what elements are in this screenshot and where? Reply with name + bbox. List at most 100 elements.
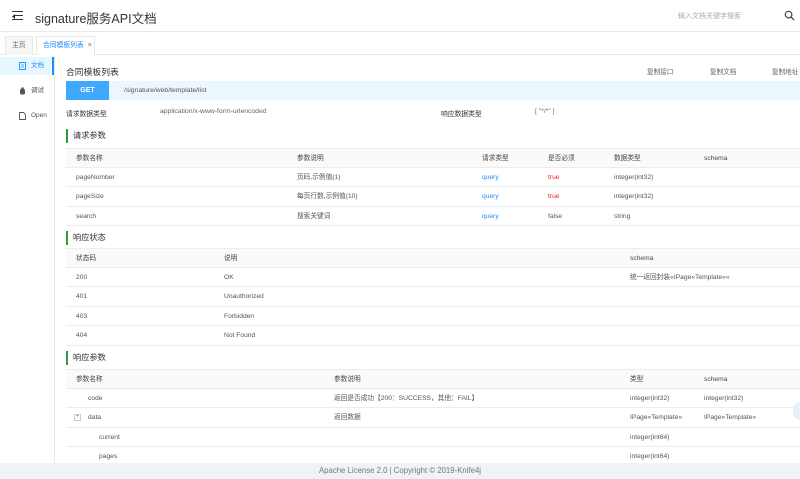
param-desc: 返回是否成功【200：SUCCESS，其他：FAIL】 <box>334 394 479 402</box>
param-type: integer(int64) <box>630 433 670 441</box>
param-schema: IPage«Template» <box>704 414 757 421</box>
param-type: IPage«Template» <box>630 414 683 421</box>
table-row: 200 OK 统一返回封装«IPage«Template»» <box>66 268 800 287</box>
column-header: schema <box>630 255 654 262</box>
column-header: 是否必须 <box>548 155 575 162</box>
param-type: string <box>614 212 631 220</box>
request-params-title: 请求参数 <box>66 129 106 143</box>
response-params-title: 响应参数 <box>66 351 106 365</box>
document-icon <box>19 62 26 70</box>
debug-icon <box>20 87 25 95</box>
sidebar-item-label: 调试 <box>31 87 44 94</box>
param-schema: integer(int32) <box>704 394 744 402</box>
search-box <box>672 9 798 23</box>
param-required: false <box>548 212 563 220</box>
status-code: 200 <box>76 273 88 281</box>
table-row: code 返回是否成功【200：SUCCESS，其他：FAIL】 integer… <box>66 389 800 408</box>
table-row: pageSize 每页行数,示例值(10) query true integer… <box>66 187 800 207</box>
column-header: schema <box>704 155 728 162</box>
tab-template-list-label: 合同模板列表 <box>43 42 84 49</box>
param-desc: 页码,示例值(1) <box>297 173 341 181</box>
param-required: true <box>548 193 560 200</box>
column-header: 类型 <box>630 376 644 383</box>
table-header-row: 参数名称 参数说明 请求类型 是否必须 数据类型 schema <box>66 148 800 168</box>
request-type-label: 请求数据类型 <box>66 111 107 118</box>
column-header: 参数名称 <box>76 155 103 162</box>
param-required: true <box>548 173 560 181</box>
table-header-row: 参数名称 参数说明 类型 schema <box>66 369 800 389</box>
column-header: 说明 <box>224 255 238 262</box>
response-status-title: 响应状态 <box>66 231 106 245</box>
sidebar-item-open[interactable]: Open <box>0 107 54 125</box>
status-desc: Not Found <box>224 332 256 339</box>
table-row: 403 Forbidden <box>66 307 800 326</box>
status-desc: Forbidden <box>224 312 255 320</box>
status-code: 401 <box>76 293 88 300</box>
top-header: signature服务API文档 <box>0 0 800 32</box>
response-type-label: 响应数据类型 <box>441 111 482 118</box>
tab-home-label: 主页 <box>12 42 26 49</box>
menu-toggle-icon[interactable] <box>12 11 23 21</box>
sidebar-item-debug[interactable]: 调试 <box>0 82 54 100</box>
status-schema: 统一返回封装«IPage«Template»» <box>630 273 730 281</box>
param-type: integer(int32) <box>614 193 654 200</box>
table-row: pages integer(int64) <box>66 447 800 463</box>
status-code: 404 <box>76 332 88 339</box>
sidebar: 文档 调试 Open <box>0 55 55 463</box>
api-doc-panel: 合同模板列表 复制接口 复制文档 复制地址 GET /signature/web… <box>56 55 800 463</box>
expand-icon[interactable]: + <box>74 414 81 421</box>
app-title: signature服务API文档 <box>35 12 157 26</box>
copy-api-link[interactable]: 复制接口 <box>647 66 673 76</box>
param-name: current <box>99 433 120 441</box>
param-name: search <box>76 212 97 220</box>
param-type: integer(int32) <box>614 173 654 181</box>
param-desc: 搜索关键词 <box>297 212 331 220</box>
column-header: 状态码 <box>76 255 97 262</box>
sidebar-item-label: 文档 <box>31 62 44 69</box>
param-name: pageNumber <box>76 173 115 181</box>
param-name: data <box>88 414 102 421</box>
tab-home[interactable]: 主页 <box>5 36 33 55</box>
file-icon <box>19 112 26 120</box>
table-row: 401 Unauthorized <box>66 287 800 307</box>
column-header: schema <box>704 376 728 383</box>
response-type-value: [ "*/*" ] <box>535 108 555 115</box>
search-icon[interactable] <box>784 10 795 21</box>
request-type-value: application/x-www-form-urlencoded <box>160 108 267 115</box>
page-title: 合同模板列表 <box>66 67 119 77</box>
param-in: query <box>482 212 499 220</box>
http-method-badge: GET <box>66 81 109 100</box>
table-header-row: 状态码 说明 schema <box>66 248 800 268</box>
table-row: search 搜索关键词 query false string <box>66 207 800 226</box>
column-header: 数据类型 <box>614 155 641 162</box>
param-name: pages <box>99 453 118 460</box>
search-input[interactable] <box>672 9 780 23</box>
table-row: + data 返回数据 IPage«Template» IPage«Templa… <box>66 408 800 428</box>
status-code: 403 <box>76 312 88 320</box>
param-type: integer(int64) <box>630 453 670 460</box>
status-desc: OK <box>224 273 234 281</box>
table-row: pageNumber 页码,示例值(1) query true integer(… <box>66 168 800 187</box>
param-name: pageSize <box>76 193 104 200</box>
column-header: 参数说明 <box>297 155 324 162</box>
tab-bar: 主页 合同模板列表 × <box>0 33 800 56</box>
close-icon[interactable]: × <box>88 42 92 49</box>
tab-template-list[interactable]: 合同模板列表 × <box>36 36 95 56</box>
column-header: 参数说明 <box>334 376 361 383</box>
copy-doc-link[interactable]: 复制文档 <box>710 66 736 76</box>
param-in: query <box>482 173 499 181</box>
sidebar-item-document[interactable]: 文档 <box>0 57 54 75</box>
param-type: integer(int32) <box>630 394 670 402</box>
copy-address-link[interactable]: 复制地址 <box>772 66 798 76</box>
column-header: 请求类型 <box>482 155 509 162</box>
sidebar-item-label: Open <box>31 112 47 119</box>
endpoint-path: /signature/web/template/list <box>124 87 207 94</box>
param-desc: 返回数据 <box>334 414 361 421</box>
floating-help-button[interactable] <box>793 402 800 420</box>
param-in: query <box>482 193 499 200</box>
column-header: 参数名称 <box>76 376 103 383</box>
table-row: 404 Not Found <box>66 326 800 346</box>
footer: Apache License 2.0 | Copyright © 2019-Kn… <box>0 463 800 479</box>
param-name: code <box>88 394 103 402</box>
endpoint-bar: GET /signature/web/template/list <box>66 81 800 100</box>
